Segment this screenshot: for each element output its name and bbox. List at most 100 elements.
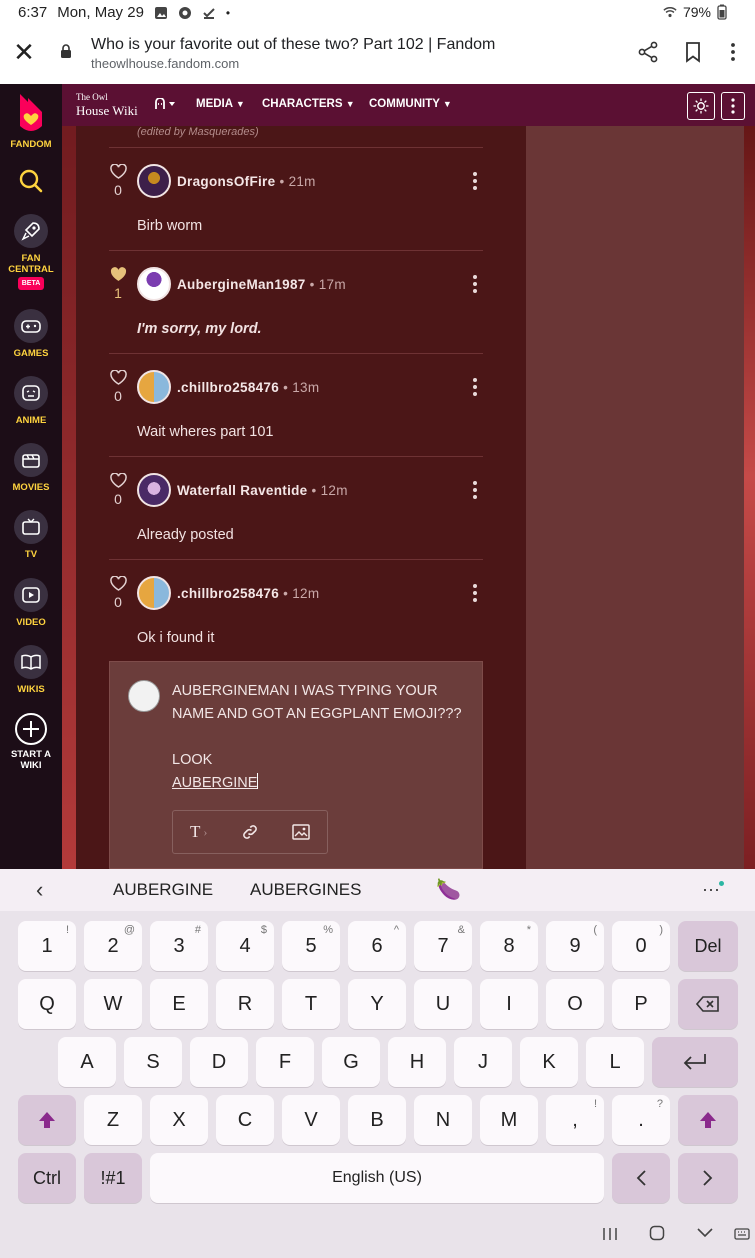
key-o[interactable]: O [546, 979, 604, 1029]
menu-more-icon[interactable] [721, 40, 745, 64]
key-1[interactable]: 1! [18, 921, 76, 971]
reply-editor[interactable]: AUBERGINEMAN I WAS TYPING YOUR NAME AND … [109, 661, 483, 869]
key-t[interactable]: T [282, 979, 340, 1029]
key-7[interactable]: 7 & [414, 921, 472, 971]
like-button[interactable]: 1 [109, 267, 127, 301]
delete-key[interactable]: Del [678, 921, 738, 971]
suggestion-eggplant-emoji[interactable]: 🍆 [436, 877, 461, 902]
cursor-right-key[interactable] [678, 1153, 738, 1203]
suggestion-2[interactable]: AUBERGINES [250, 880, 361, 900]
key-3[interactable]: 3 # [150, 921, 208, 971]
like-button[interactable]: 0 [109, 369, 127, 404]
lock-icon[interactable] [60, 44, 72, 59]
like-button[interactable]: 0 [109, 575, 127, 610]
key-9[interactable]: 9( [546, 921, 604, 971]
comment-options-icon[interactable] [472, 481, 478, 499]
key-q[interactable]: Q [18, 979, 76, 1029]
rail-start-wiki[interactable]: START A WIKI [0, 712, 62, 771]
theme-toggle-button[interactable] [687, 92, 715, 120]
bookmark-icon[interactable] [681, 40, 705, 64]
key-b[interactable]: B [348, 1095, 406, 1145]
avatar[interactable] [137, 267, 171, 301]
rail-fan-central[interactable]: FAN CENTRAL BETA [0, 214, 62, 290]
close-tab-icon[interactable]: ✕ [12, 39, 36, 65]
comment-username[interactable]: .chillbro258476 • 12m [177, 586, 319, 601]
like-button[interactable]: 0 [109, 472, 127, 507]
reply-input[interactable]: AUBERGINEMAN I WAS TYPING YOUR NAME AND … [172, 680, 472, 795]
page-title[interactable]: Who is your favorite out of these two? P… [91, 36, 495, 54]
symbols-key[interactable]: !#1 [84, 1153, 142, 1203]
comment-username[interactable]: .chillbro258476 • 13m [177, 380, 319, 395]
nav-media[interactable]: MEDIA ▼ [196, 98, 245, 110]
shift-key-right[interactable] [678, 1095, 738, 1145]
key-a[interactable]: A [58, 1037, 116, 1087]
keyboard-options-icon[interactable]: ··· [702, 879, 724, 900]
avatar[interactable] [137, 473, 171, 507]
comment-username[interactable]: Waterfall Raventide • 12m [177, 483, 348, 498]
key-2[interactable]: 2 @ [84, 921, 142, 971]
key-5[interactable]: 5% [282, 921, 340, 971]
key-8[interactable]: 8 * [480, 921, 538, 971]
wiki-more-button[interactable] [721, 92, 745, 120]
key-j[interactable]: J [454, 1037, 512, 1087]
rail-movies[interactable]: MOVIES [0, 443, 62, 493]
home-icon[interactable] [649, 1225, 665, 1241]
key-i[interactable]: I [480, 979, 538, 1029]
key-0[interactable]: 0) [612, 921, 670, 971]
search-icon[interactable] [18, 168, 44, 194]
key-v[interactable]: V [282, 1095, 340, 1145]
key-comma[interactable]: ,! [546, 1095, 604, 1145]
text-format-button[interactable]: T › [173, 810, 224, 854]
key-w[interactable]: W [84, 979, 142, 1029]
avatar[interactable] [137, 576, 171, 610]
shift-key-left[interactable] [18, 1095, 76, 1145]
key-m[interactable]: M [480, 1095, 538, 1145]
link-button[interactable] [224, 810, 275, 854]
key-r[interactable]: R [216, 979, 274, 1029]
recent-apps-icon[interactable] [602, 1226, 618, 1242]
image-button[interactable] [276, 810, 327, 854]
key-x[interactable]: X [150, 1095, 208, 1145]
ctrl-key[interactable]: Ctrl [18, 1153, 76, 1203]
key-n[interactable]: N [414, 1095, 472, 1145]
key-u[interactable]: U [414, 979, 472, 1029]
cursor-left-key[interactable] [612, 1153, 670, 1203]
rail-video[interactable]: VIDEO [0, 578, 62, 628]
key-d[interactable]: D [190, 1037, 248, 1087]
comment-options-icon[interactable] [472, 378, 478, 396]
key-k[interactable]: K [520, 1037, 578, 1087]
key-c[interactable]: C [216, 1095, 274, 1145]
key-f[interactable]: F [256, 1037, 314, 1087]
nav-community[interactable]: COMMUNITY ▼ [369, 98, 452, 110]
suggestion-1[interactable]: AUBERGINE [113, 880, 213, 900]
key-period[interactable]: .? [612, 1095, 670, 1145]
page-domain[interactable]: theowlhouse.fandom.com [91, 56, 239, 71]
key-p[interactable]: P [612, 979, 670, 1029]
enter-key[interactable] [652, 1037, 738, 1087]
key-s[interactable]: S [124, 1037, 182, 1087]
fandom-logo[interactable]: FANDOM [0, 92, 62, 150]
nav-characters[interactable]: CHARACTERS ▼ [262, 98, 355, 110]
comment-options-icon[interactable] [472, 172, 478, 190]
key-h[interactable]: H [388, 1037, 446, 1087]
avatar[interactable] [137, 370, 171, 404]
like-button[interactable]: 0 [109, 163, 127, 198]
space-key[interactable]: English (US) [150, 1153, 604, 1203]
backspace-key[interactable] [678, 979, 738, 1029]
chevron-left-icon[interactable]: ‹ [36, 877, 43, 903]
rail-wikis[interactable]: WIKIS [0, 645, 62, 695]
key-z[interactable]: Z [84, 1095, 142, 1145]
wiki-logo[interactable]: The Owl House Wiki [76, 91, 138, 117]
comment-options-icon[interactable] [472, 584, 478, 602]
search-rail-item[interactable] [0, 168, 62, 194]
key-g[interactable]: G [322, 1037, 380, 1087]
rail-anime[interactable]: ANIME [0, 376, 62, 426]
comment-username[interactable]: AubergineMan1987 • 17m [177, 277, 346, 292]
rail-tv[interactable]: TV [0, 510, 62, 560]
key-e[interactable]: E [150, 979, 208, 1029]
comment-options-icon[interactable] [472, 275, 478, 293]
explore-menu[interactable] [155, 97, 177, 113]
key-4[interactable]: 4 $ [216, 921, 274, 971]
share-icon[interactable] [636, 40, 660, 64]
keyboard-switch-icon[interactable] [734, 1226, 750, 1242]
